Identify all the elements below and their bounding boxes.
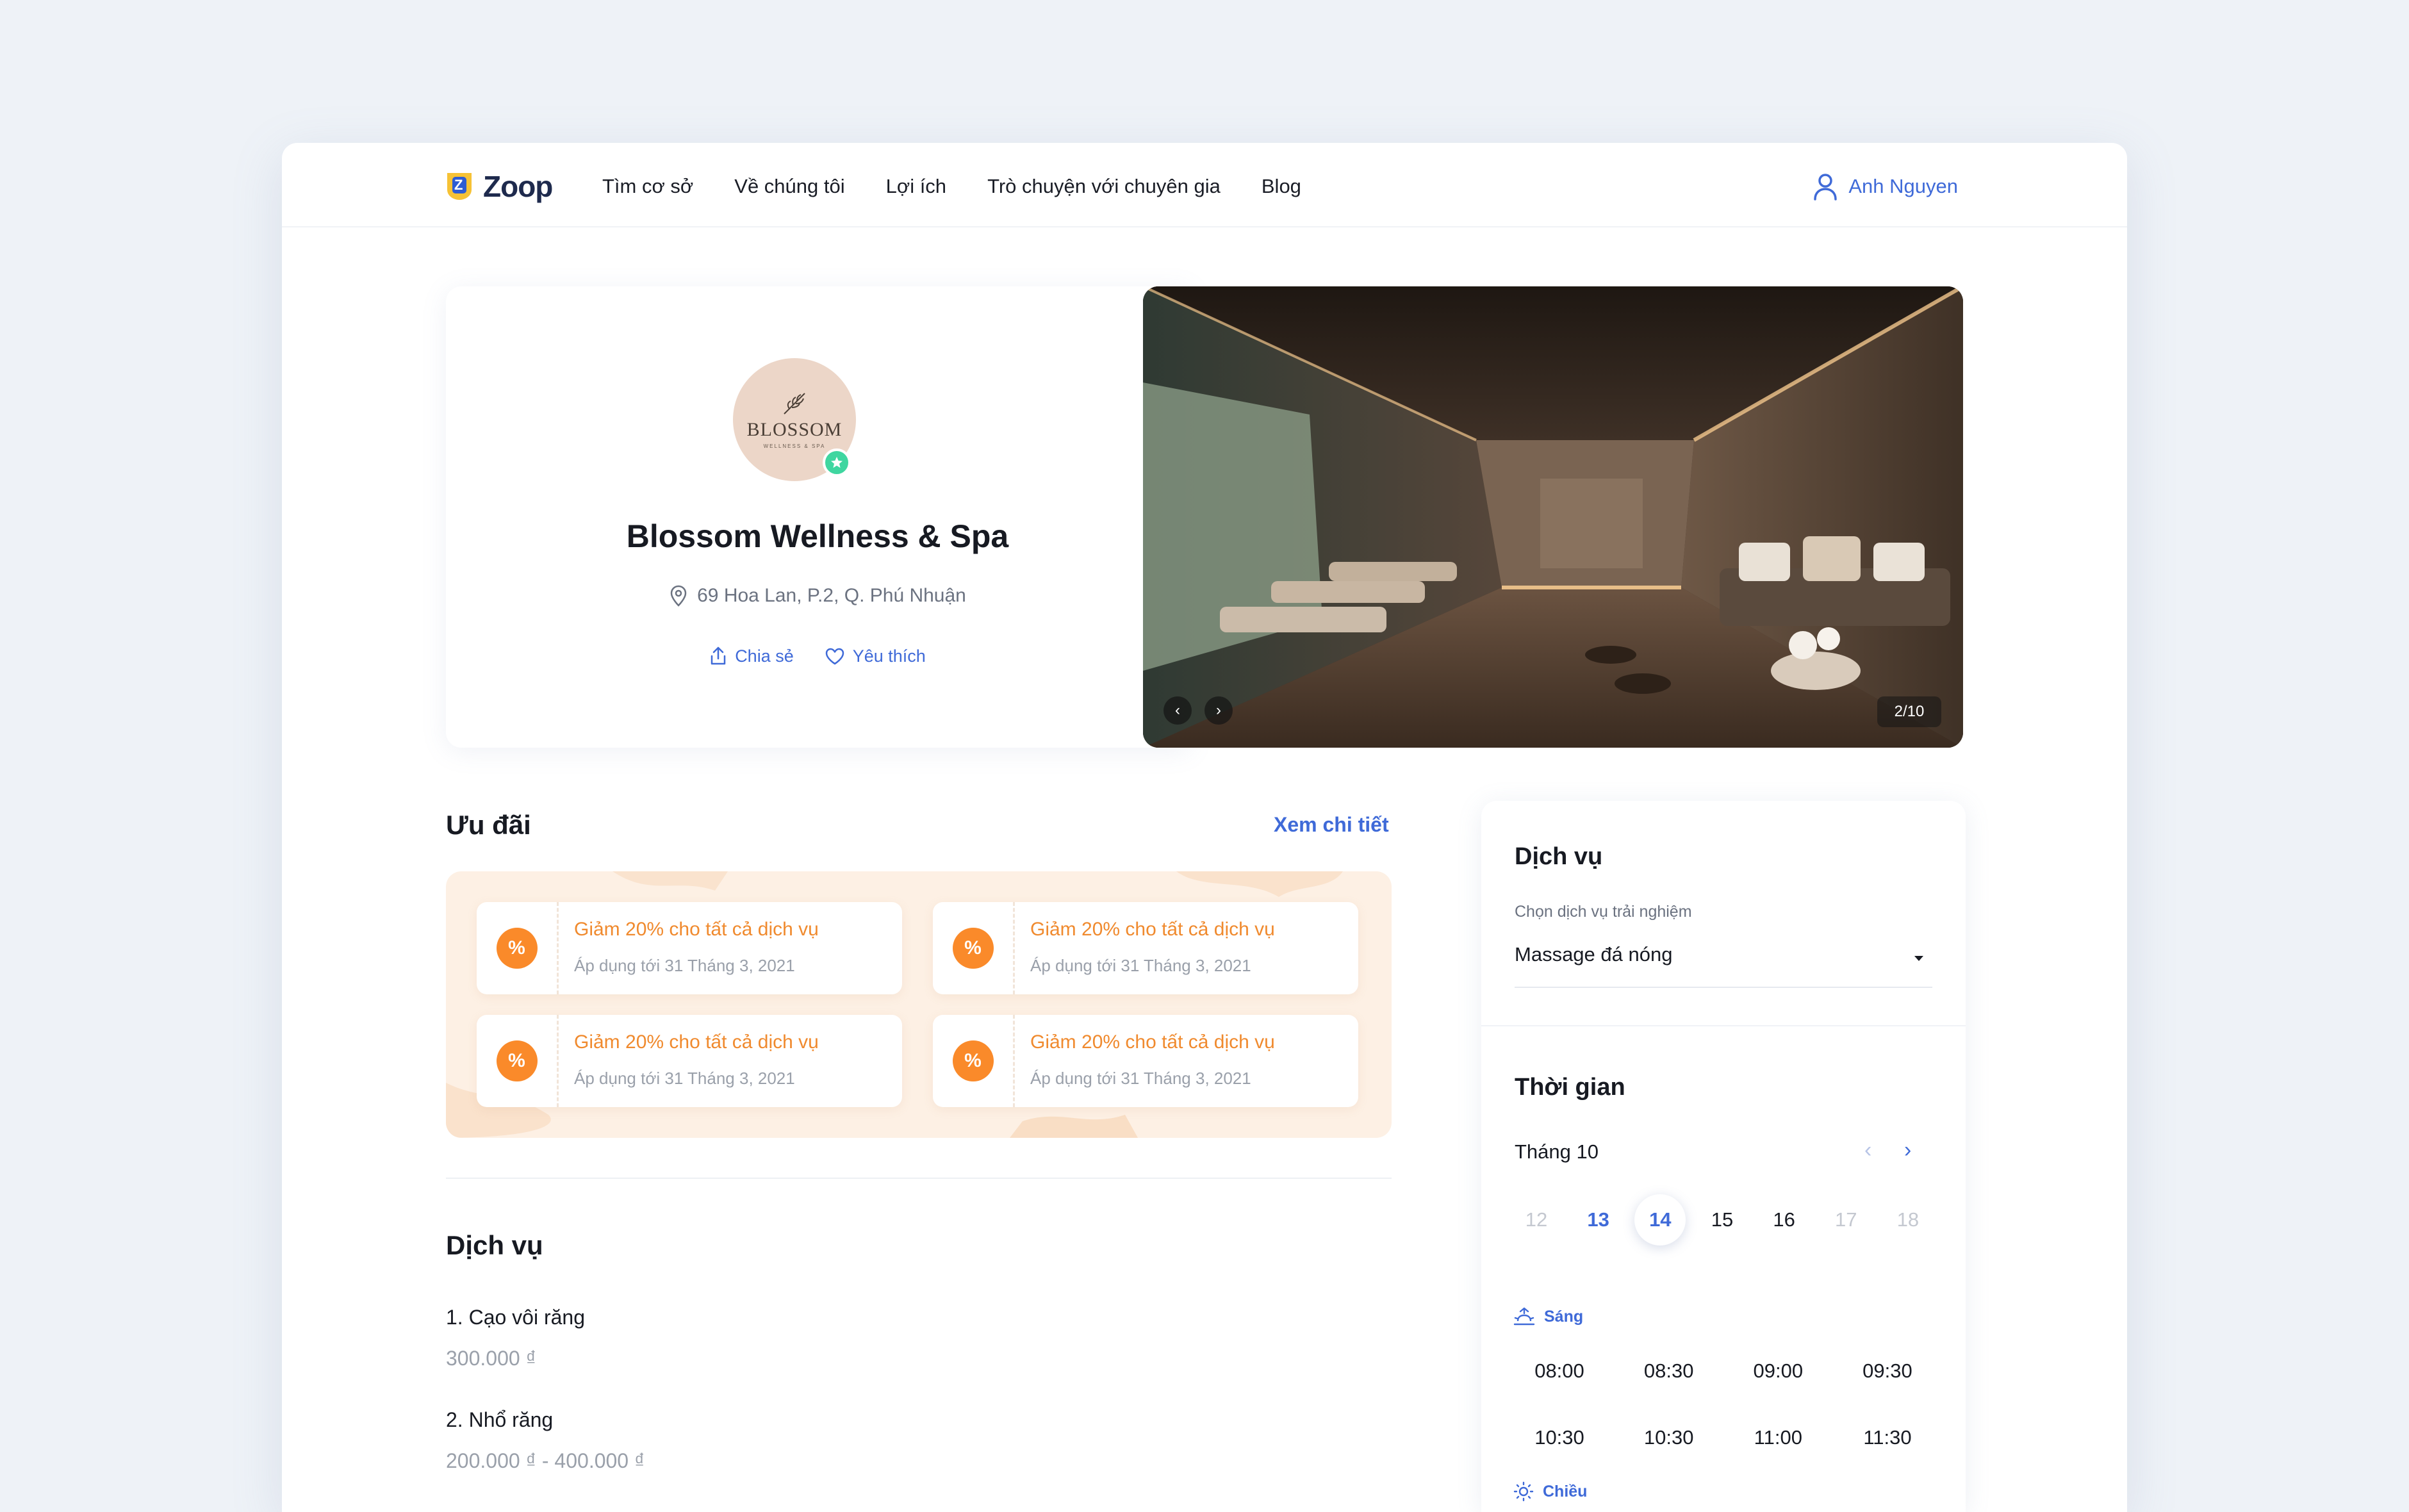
favorite-label: Yêu thích — [852, 646, 926, 666]
calendar-day: 18 — [1896, 1208, 1920, 1231]
morning-text: Sáng — [1544, 1307, 1584, 1326]
spa-room-photo — [1143, 286, 1963, 748]
brand-name: Zoop — [483, 170, 553, 203]
spa-logo-text: BLOSSOM — [746, 418, 843, 440]
coupon-title: Giảm 20% cho tất cả dịch vụ — [574, 919, 819, 940]
offers-title: Ưu đãi — [446, 810, 531, 840]
coupon-icon-area: % — [933, 902, 1015, 994]
time-slot[interactable]: 11:30 — [1843, 1425, 1932, 1450]
calendar-day-selected[interactable]: 14 — [1634, 1194, 1686, 1245]
spa-name: Blossom Wellness & Spa — [626, 518, 1009, 554]
gallery-counter: 2/10 — [1877, 696, 1941, 727]
coupon-validity: Áp dụng tới 31 Tháng 3, 2021 — [574, 1069, 795, 1088]
coupon-icon-area: % — [477, 902, 559, 994]
spa-address: 69 Hoa Lan, P.2, Q. Phú Nhuận — [446, 584, 1189, 607]
coupon-card[interactable]: % Giảm 20% cho tất cả dịch vụ Áp dụng tớ… — [477, 1015, 902, 1107]
calendar-day: 17 — [1835, 1208, 1857, 1231]
booking-divider — [1481, 1025, 1966, 1026]
afternoon-text: Chiều — [1543, 1482, 1588, 1500]
coupon-validity: Áp dụng tới 31 Tháng 3, 2021 — [1030, 1069, 1251, 1088]
share-button[interactable]: Chia sẻ — [709, 646, 794, 666]
time-slot[interactable]: 09:30 — [1843, 1358, 1932, 1384]
caret-down-icon — [1914, 956, 1923, 961]
nav-item-find[interactable]: Tìm cơ sở — [602, 174, 693, 199]
discount-percent-icon: % — [952, 1040, 994, 1081]
coupon-validity: Áp dụng tới 31 Tháng 3, 2021 — [574, 956, 795, 975]
coupon-title: Giảm 20% cho tất cả dịch vụ — [1030, 919, 1275, 940]
location-pin-icon — [670, 585, 687, 607]
booking-time-title: Thời gian — [1515, 1074, 1625, 1101]
time-slot[interactable]: 08:30 — [1624, 1358, 1714, 1384]
discount-percent-icon: % — [496, 1040, 538, 1081]
heart-icon — [825, 648, 844, 665]
leaf-icon — [784, 392, 805, 415]
share-label: Chia sẻ — [735, 646, 794, 666]
spa-logo-sub: WELLNESS & SPA — [763, 443, 826, 449]
sunrise-icon — [1513, 1307, 1535, 1326]
service-item-name[interactable]: 2. Nhổ răng — [446, 1408, 553, 1432]
coupon-validity: Áp dụng tới 31 Tháng 3, 2021 — [1030, 956, 1251, 975]
coupon-icon-area: % — [933, 1015, 1015, 1107]
afternoon-label: Chiều — [1513, 1481, 1587, 1502]
service-select[interactable]: Massage đá nóng — [1515, 943, 1932, 988]
user-icon — [1814, 174, 1838, 201]
service-item-price: 200.000 ₫ - 400.000 ₫ — [446, 1449, 645, 1472]
nav-item-about[interactable]: Về chúng tôi — [734, 174, 844, 199]
calendar-day[interactable]: 13 — [1573, 1194, 1624, 1245]
main-nav: Tìm cơ sở Về chúng tôi Lợi ích Trò chuyệ… — [602, 174, 1342, 199]
spa-info-card — [446, 286, 1189, 748]
coupon-icon-area: % — [477, 1015, 559, 1107]
calendar-day[interactable]: 15 — [1697, 1194, 1748, 1245]
morning-slots-row: 10:30 10:30 11:00 11:30 — [1515, 1425, 1932, 1450]
time-slot[interactable]: 10:30 — [1515, 1425, 1604, 1450]
time-slot[interactable]: 11:00 — [1733, 1425, 1823, 1450]
spa-actions: Chia sẻ Yêu thích — [446, 646, 1189, 666]
nav-item-benefits[interactable]: Lợi ích — [886, 174, 946, 199]
calendar-day: 12 — [1525, 1208, 1548, 1231]
calendar-days: 12 13 14 15 16 17 18 — [1511, 1194, 1934, 1245]
booking-service-title: Dịch vụ — [1515, 843, 1603, 870]
zoop-logo-icon: Z — [443, 170, 475, 202]
gallery-prev-button[interactable]: ‹ — [1163, 696, 1192, 725]
sun-icon — [1513, 1481, 1534, 1502]
service-item-name[interactable]: 1. Cạo vôi răng — [446, 1306, 585, 1329]
service-select-label: Chọn dịch vụ trải nghiệm — [1515, 903, 1692, 921]
share-icon — [711, 646, 726, 665]
spa-address-text: 69 Hoa Lan, P.2, Q. Phú Nhuận — [697, 585, 966, 606]
user-name: Anh Nguyen — [1848, 175, 1958, 197]
discount-percent-icon: % — [496, 928, 538, 969]
coupon-title: Giảm 20% cho tất cả dịch vụ — [574, 1031, 819, 1053]
coupon-card[interactable]: % Giảm 20% cho tất cả dịch vụ Áp dụng tớ… — [933, 1015, 1358, 1107]
section-divider — [446, 1178, 1392, 1179]
time-slot[interactable]: 08:00 — [1515, 1358, 1604, 1384]
time-slot[interactable]: 10:30 — [1624, 1425, 1714, 1450]
coupon-card[interactable]: % Giảm 20% cho tất cả dịch vụ Áp dụng tớ… — [477, 902, 902, 994]
morning-slots-row: 08:00 08:30 09:00 09:30 — [1515, 1358, 1932, 1384]
nav-item-blog[interactable]: Blog — [1262, 174, 1301, 199]
services-title: Dịch vụ — [446, 1230, 543, 1260]
calendar-prev-button[interactable]: ‹ — [1864, 1138, 1871, 1163]
favorite-button[interactable]: Yêu thích — [825, 646, 926, 666]
calendar-month: Tháng 10 — [1515, 1140, 1599, 1163]
coupon-title: Giảm 20% cho tất cả dịch vụ — [1030, 1031, 1275, 1053]
offers-more-link[interactable]: Xem chi tiết — [1274, 813, 1389, 837]
coupon-card[interactable]: % Giảm 20% cho tất cả dịch vụ Áp dụng tớ… — [933, 902, 1358, 994]
morning-label: Sáng — [1513, 1307, 1583, 1326]
time-slot[interactable]: 09:00 — [1733, 1358, 1823, 1384]
nav-item-chat[interactable]: Trò chuyện với chuyên gia — [987, 174, 1221, 199]
gallery-next-button[interactable]: › — [1204, 696, 1233, 725]
calendar-day[interactable]: 16 — [1759, 1194, 1810, 1245]
calendar-next-button[interactable]: › — [1904, 1138, 1911, 1163]
user-menu[interactable]: Anh Nguyen — [1813, 171, 1958, 202]
header: Z Zoop Tìm cơ sở Về chúng tôi Lợi ích Tr… — [282, 143, 2127, 227]
discount-percent-icon: % — [952, 928, 994, 969]
logo-letter: Z — [454, 177, 463, 193]
service-select-value: Massage đá nóng — [1515, 943, 1673, 966]
service-item-price: 300.000 ₫ — [446, 1347, 536, 1370]
verified-badge-icon — [823, 448, 851, 477]
gallery-image[interactable] — [1143, 286, 1963, 748]
brand-logo[interactable]: Z Zoop — [443, 168, 553, 204]
